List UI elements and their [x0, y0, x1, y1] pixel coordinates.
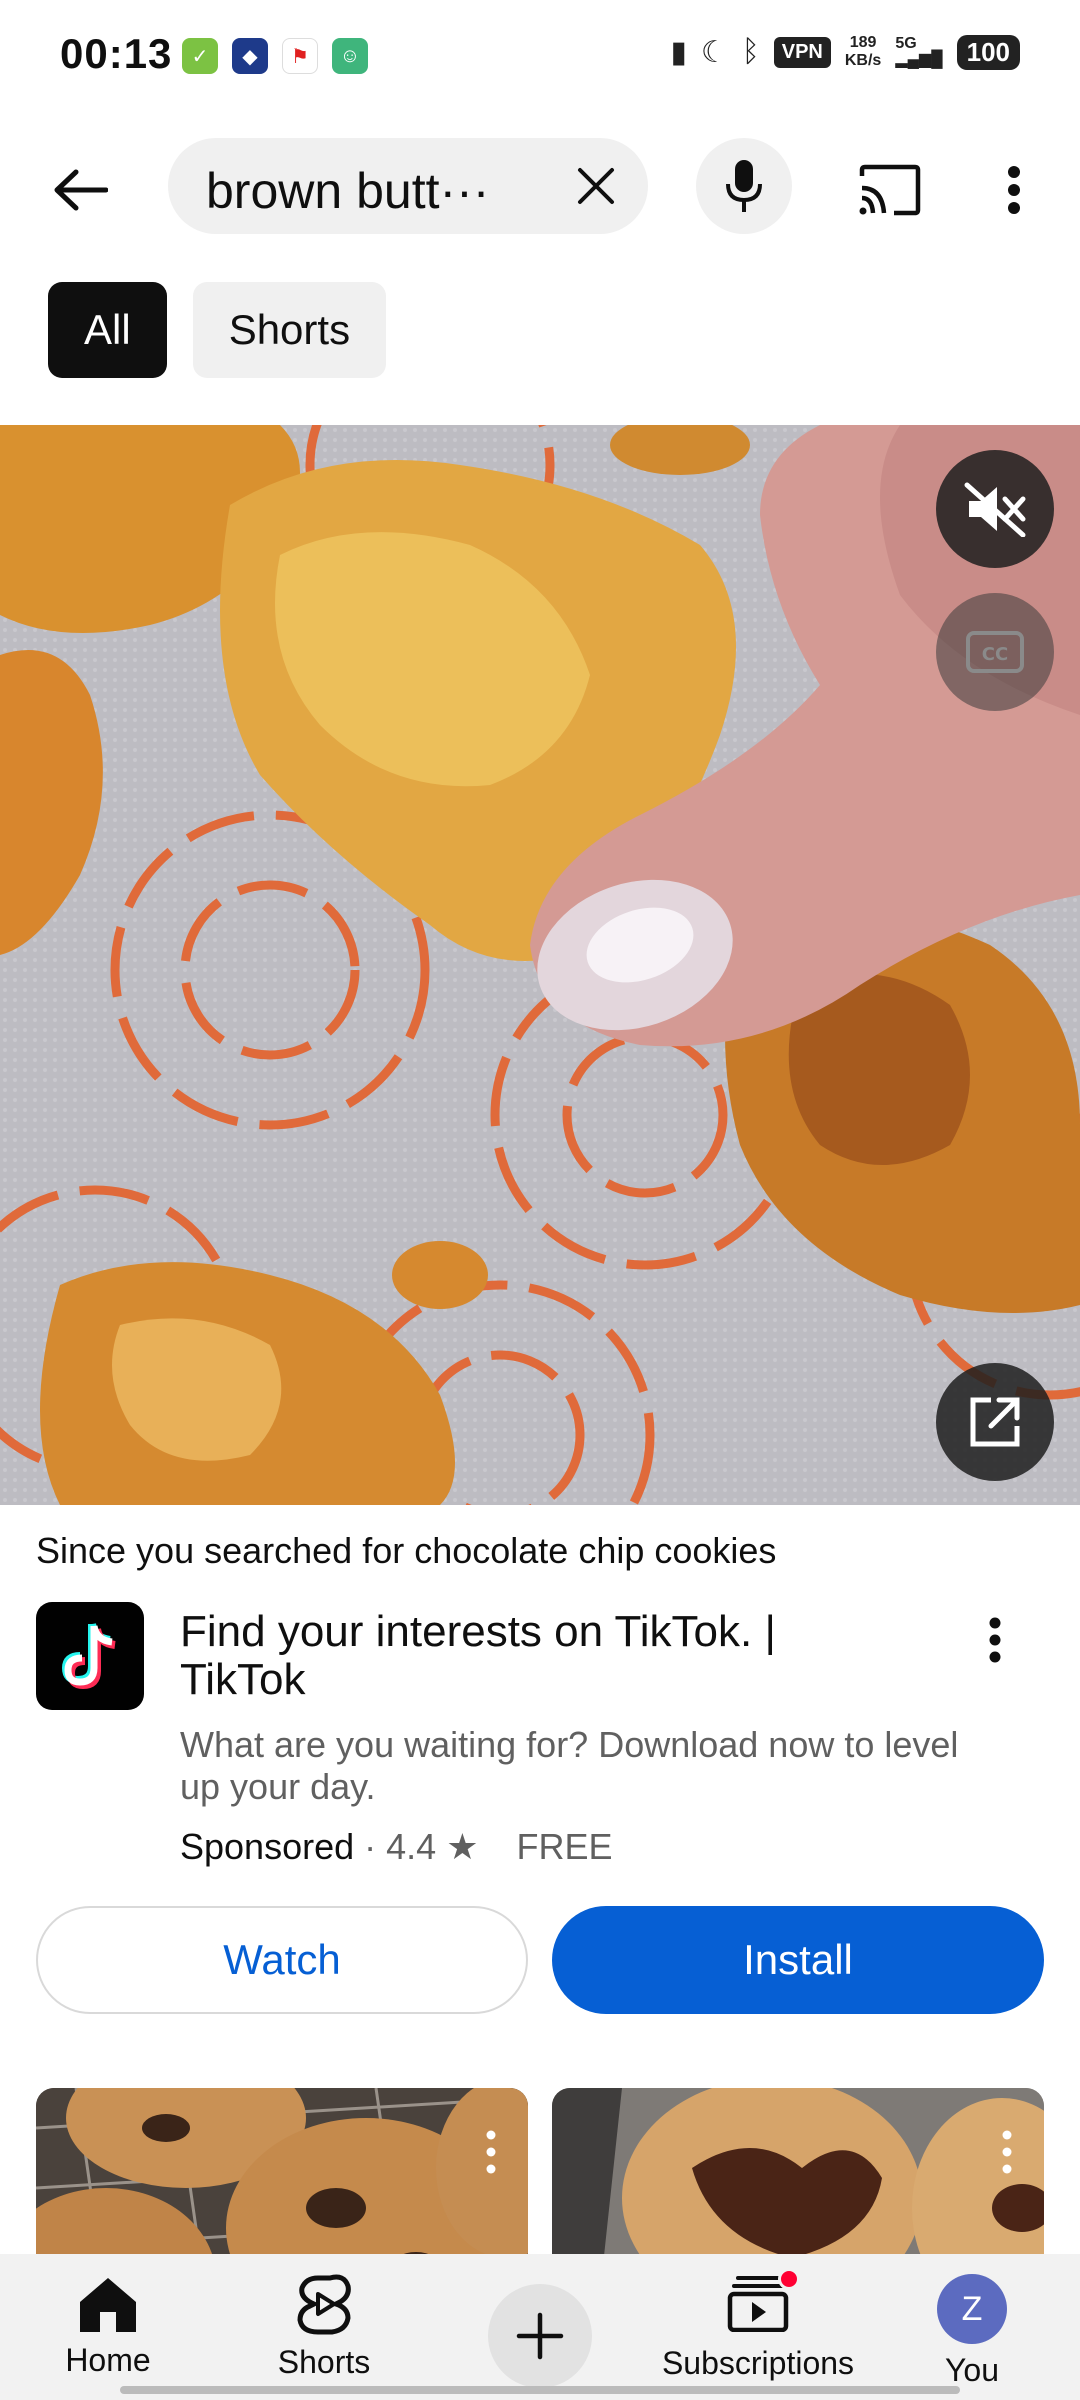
subscriptions-icon-wrap — [726, 2268, 800, 2337]
microphone-icon — [726, 160, 762, 212]
home-icon — [80, 2278, 136, 2332]
cat-app-icon: ◆ — [232, 38, 268, 74]
thumbnail-more-button[interactable] — [992, 2122, 1022, 2182]
watch-button[interactable]: Watch — [36, 1906, 528, 2014]
open-external-button[interactable] — [936, 1363, 1054, 1481]
more-vert-icon — [1008, 166, 1020, 214]
ad-description: What are you waiting for? Download now t… — [180, 1724, 959, 1807]
nav-you[interactable]: Z You — [872, 2274, 1072, 2389]
star-icon: ★ — [446, 1826, 479, 1867]
rating-value: 4.4 — [386, 1826, 437, 1867]
search-reason-term: chocolate chip cookies — [414, 1530, 777, 1571]
status-bar: 00:13 ✓ ◆ ⚑ ☺ ▮ ☾ ᛒ VPN 189 KB/s 5G ▂▄▆█ … — [0, 0, 1080, 110]
battery-indicator: 100 — [956, 34, 1020, 70]
home-indicator[interactable] — [120, 2386, 960, 2394]
create-button[interactable] — [488, 2284, 592, 2388]
status-indicators: ▮ ☾ ᛒ VPN 189 KB/s 5G ▂▄▆█ 100 — [670, 34, 1020, 70]
search-header: brown butt··· — [0, 130, 1080, 240]
shorts-icon — [297, 2274, 351, 2335]
ad-more-button[interactable] — [970, 1610, 1020, 1670]
nav-subscriptions-label: Subscriptions — [661, 2345, 855, 2381]
nav-subscriptions[interactable]: Subscriptions — [658, 2268, 858, 2382]
signal-icon: 5G ▂▄▆█ — [895, 35, 943, 68]
filter-chips: All Shorts — [48, 282, 387, 378]
back-button[interactable] — [40, 150, 120, 230]
captions-button[interactable]: CC — [936, 593, 1054, 711]
more-vert-icon — [989, 1617, 1001, 1663]
video-frame-image — [0, 425, 1080, 1505]
nav-home[interactable]: Home — [8, 2274, 208, 2379]
task-app-icon: ✓ — [182, 38, 218, 74]
vibrate-icon: ▮ — [670, 35, 687, 69]
mute-button[interactable] — [936, 450, 1054, 568]
more-vert-icon — [1002, 2130, 1012, 2174]
vpn-badge: VPN — [773, 36, 831, 68]
search-reason: Since you searched for chocolate chip co… — [36, 1530, 776, 1572]
notification-icons: ✓ ◆ ⚑ ☺ — [182, 38, 368, 74]
network-speed: 189 KB/s — [845, 34, 881, 70]
cast-icon — [859, 164, 921, 216]
speed-unit: KB/s — [844, 52, 882, 69]
chip-all[interactable]: All — [48, 282, 167, 378]
search-box[interactable]: brown butt··· — [168, 138, 648, 234]
open-in-new-icon — [970, 1397, 1020, 1447]
chat-app-icon: ☺ — [332, 38, 368, 74]
more-vert-icon — [486, 2130, 496, 2174]
cc-glyph: CC — [982, 644, 1008, 665]
plus-icon — [516, 2312, 564, 2360]
ad-title[interactable]: Find your interests on TikTok. | TikTok — [180, 1608, 880, 1704]
cast-button[interactable] — [850, 150, 930, 230]
closed-captions-icon: CC — [966, 631, 1024, 673]
tiktok-icon — [61, 1623, 116, 1690]
arrow-left-icon — [54, 169, 108, 211]
tiktok-logo[interactable] — [36, 1602, 144, 1710]
nav-you-label: You — [945, 2352, 999, 2388]
price-label: FREE — [516, 1826, 613, 1867]
thumbnail-more-button[interactable] — [476, 2122, 506, 2182]
bluetooth-icon: ᛒ — [741, 35, 760, 68]
status-clock: 00:13 — [60, 30, 173, 77]
avatar: Z — [937, 2274, 1007, 2344]
close-icon — [578, 168, 614, 204]
nav-shorts-label: Shorts — [277, 2344, 371, 2380]
install-button[interactable]: Install — [552, 1906, 1044, 2014]
volume-off-icon — [964, 482, 1026, 537]
flag-app-icon: ⚑ — [282, 38, 318, 74]
bottom-navigation: Home Shorts Subscriptions Z You — [0, 2254, 1080, 2400]
clear-search-button[interactable] — [570, 160, 622, 212]
more-options-button[interactable] — [982, 150, 1046, 230]
nav-home-label: Home — [65, 2342, 151, 2378]
meta-separator: · — [364, 1826, 377, 1867]
moon-icon: ☾ — [700, 35, 728, 69]
search-reason-prefix: Since you searched for — [36, 1530, 415, 1571]
nav-shorts[interactable]: Shorts — [224, 2274, 424, 2381]
voice-search-button[interactable] — [696, 138, 792, 234]
app-root: 00:13 ✓ ◆ ⚑ ☺ ▮ ☾ ᛒ VPN 189 KB/s 5G ▂▄▆█ … — [0, 0, 1080, 2400]
search-input[interactable]: brown butt··· — [206, 162, 489, 220]
speed-value: 189 — [849, 34, 877, 51]
ad-meta: Sponsored · 4.4 ★ FREE — [180, 1826, 612, 1868]
notification-dot — [778, 2268, 800, 2290]
network-type: 5G — [895, 35, 917, 52]
video-player[interactable]: CC — [0, 425, 1080, 1505]
sponsored-label: Sponsored — [180, 1826, 355, 1867]
chip-shorts[interactable]: Shorts — [192, 282, 387, 378]
